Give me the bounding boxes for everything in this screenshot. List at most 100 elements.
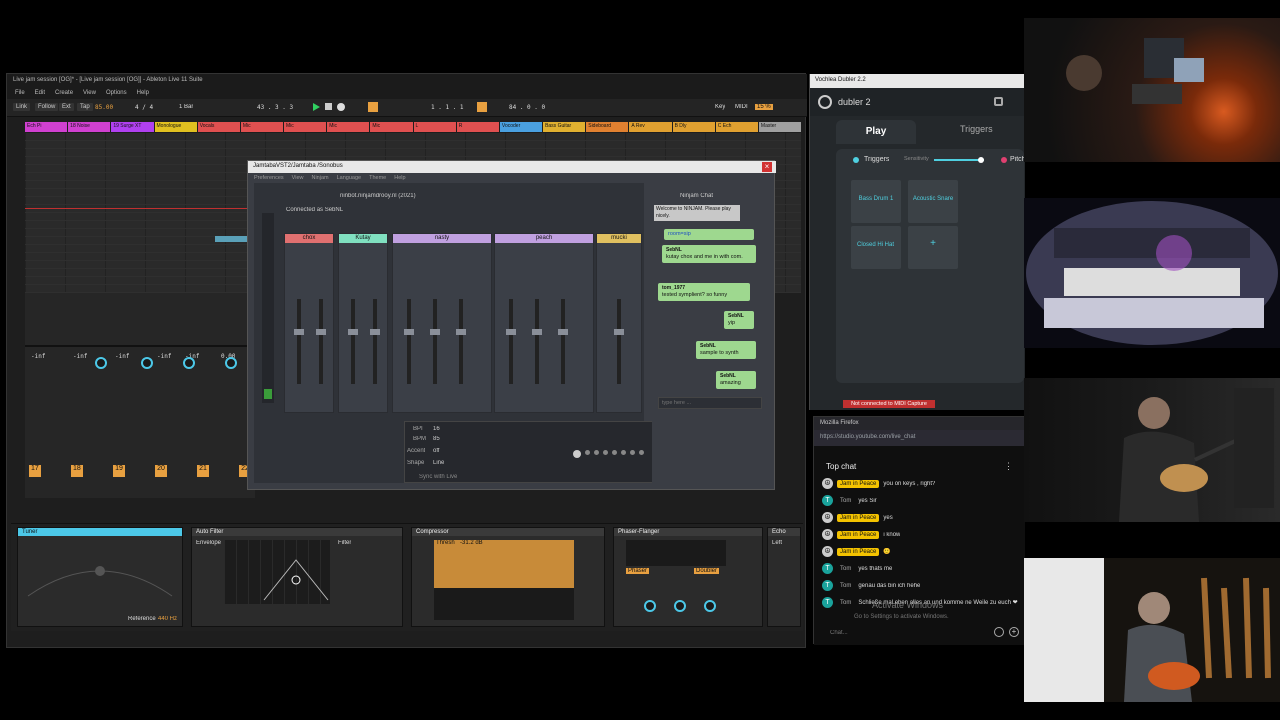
ext-button[interactable]: Ext [59,103,74,111]
volume-readout[interactable]: -inf [115,353,129,360]
midi-button[interactable]: MIDI [735,104,748,110]
track-header[interactable]: 19 Surge XT [111,122,154,132]
pad-bass-drum[interactable]: Bass Drum 1 [851,180,901,223]
loop-icon[interactable] [477,102,487,112]
more-icon[interactable]: ⋮ [1004,461,1013,472]
send-knob[interactable] [183,357,195,369]
send-knob[interactable] [225,357,237,369]
sensitivity-slider[interactable] [934,157,984,163]
send-icon[interactable]: + [1009,627,1019,637]
avatar[interactable]: T [822,597,833,608]
position-field[interactable]: 43 . 3 . 3 [257,104,293,111]
chat-author[interactable]: Tom [837,599,854,607]
avatar[interactable]: T [822,580,833,591]
threshold-value[interactable]: -31.2 dB [460,540,483,546]
jamtaba-window[interactable]: JamtabaVST2/Jamtaba /Sonobus × Preferenc… [247,160,776,490]
dubler-window[interactable]: Vochlea Dubler 2.2 dubler 2 Play Trigger… [809,74,1026,410]
bpi-value[interactable]: 16 [433,426,440,432]
feedback-knob[interactable] [704,600,716,612]
track-header[interactable]: Mic [370,122,413,132]
avatar[interactable]: ☮ [822,546,833,557]
track-header[interactable]: B Dly [672,122,715,132]
pad-closed-hihat[interactable]: Closed Hi Hat [851,226,901,269]
track-header[interactable]: Vocals [197,122,240,132]
pad-acoustic-snare[interactable]: Acoustic Snare [908,180,958,223]
close-icon[interactable]: × [762,162,772,172]
track-number[interactable]: 18 [71,465,83,477]
device-echo[interactable]: Echo Left [767,527,801,627]
device-phaser-flanger[interactable]: Phaser-Flanger Phaser Doubler [613,527,763,627]
avatar[interactable]: ☮ [822,478,833,489]
track-header[interactable]: Bass Guitar [543,122,586,132]
volume-readout[interactable]: -inf [31,353,45,360]
home-icon[interactable] [994,97,1003,106]
track-header[interactable]: Mic [284,122,327,132]
device-auto-filter[interactable]: Auto Filter Envelope Filter [191,527,403,627]
filter-display[interactable] [224,540,330,604]
tuner-reference-value[interactable]: 440 Hz [158,616,177,622]
track-number[interactable]: 20 [155,465,167,477]
send-knob[interactable] [95,357,107,369]
avatar[interactable]: ☮ [822,512,833,523]
quantize-field[interactable]: 1 Bar [179,104,193,110]
link-button[interactable]: Link [13,103,31,111]
sync-button[interactable]: Sync with Live [419,474,457,480]
remote-channel[interactable]: Kutay [338,233,388,413]
stop-icon[interactable] [325,103,332,110]
chat-input[interactable] [658,397,762,409]
key-button[interactable]: Key [715,104,725,110]
loop-start-field[interactable]: 1 . 1 . 1 [431,104,464,111]
track-header[interactable]: Mic [240,122,284,132]
menu-view[interactable]: View [83,90,96,97]
chat-author[interactable]: Jam in Peace [837,547,880,556]
chat-author[interactable]: Jam in Peace [837,513,880,522]
menu-view[interactable]: View [292,175,304,183]
track-header[interactable]: Master [758,122,802,132]
remote-channel[interactable]: peach [494,233,594,413]
tab-play[interactable]: Play [836,120,916,144]
shape-value[interactable]: Line [433,460,444,466]
track-header[interactable]: Vocoder [499,122,543,132]
tempo-field[interactable]: 85.00 [95,104,113,111]
menu-create[interactable]: Create [55,90,73,97]
menu-help[interactable]: Help [137,90,149,97]
emoji-icon[interactable] [994,627,1004,637]
doubler-mode[interactable]: Doubler [694,568,720,574]
track-number[interactable]: 17 [29,465,41,477]
menu-edit[interactable]: Edit [35,90,45,97]
track-header[interactable]: Sideboard [586,122,629,132]
follow-button[interactable]: Follow [35,103,59,111]
accent-value[interactable]: off [433,448,440,454]
track-header[interactable]: R [456,122,499,132]
track-header[interactable]: Monologue [154,122,197,132]
compressor-display[interactable] [434,540,574,620]
firefox-window[interactable]: Mozilla Firefox https://studio.youtube.c… [813,416,1025,645]
overdub-icon[interactable] [368,102,378,112]
tap-button[interactable]: Tap [77,103,93,111]
menu-file[interactable]: File [15,90,25,97]
chat-input[interactable] [830,626,960,640]
remote-channel[interactable]: nasty [392,233,492,413]
chat-author[interactable]: Tom [837,582,854,590]
track-header[interactable]: C Ech [715,122,758,132]
pitch-toggle-icon[interactable] [1001,157,1007,163]
track-header[interactable]: L [413,122,456,132]
menu-help[interactable]: Help [394,175,405,183]
avatar[interactable]: T [822,495,833,506]
tab-triggers[interactable]: Triggers [960,124,993,134]
loop-length-field[interactable]: 84 . 0 . 0 [509,104,545,111]
phaser-mode[interactable]: Phaser [626,568,650,574]
menu-preferences[interactable]: Preferences [254,175,284,183]
bpm-value[interactable]: 85 [433,436,440,442]
url-bar[interactable]: https://studio.youtube.com/live_chat [814,430,1025,446]
volume-readout[interactable]: -inf [73,353,87,360]
track-header[interactable]: 18 Noise [68,122,111,132]
record-icon[interactable] [337,103,345,111]
chat-author[interactable]: Tom [837,565,854,573]
meter-field[interactable]: 4 / 4 [135,104,153,111]
device-compressor[interactable]: Compressor Thresh -31.2 dB [411,527,605,627]
menu-ninjam[interactable]: Ninjam [311,175,328,183]
device-tuner[interactable]: Tuner Reference 440 Hz [17,527,183,627]
chat-author[interactable]: Jam in Peace [837,530,880,539]
track-header[interactable]: Mic [327,122,370,132]
